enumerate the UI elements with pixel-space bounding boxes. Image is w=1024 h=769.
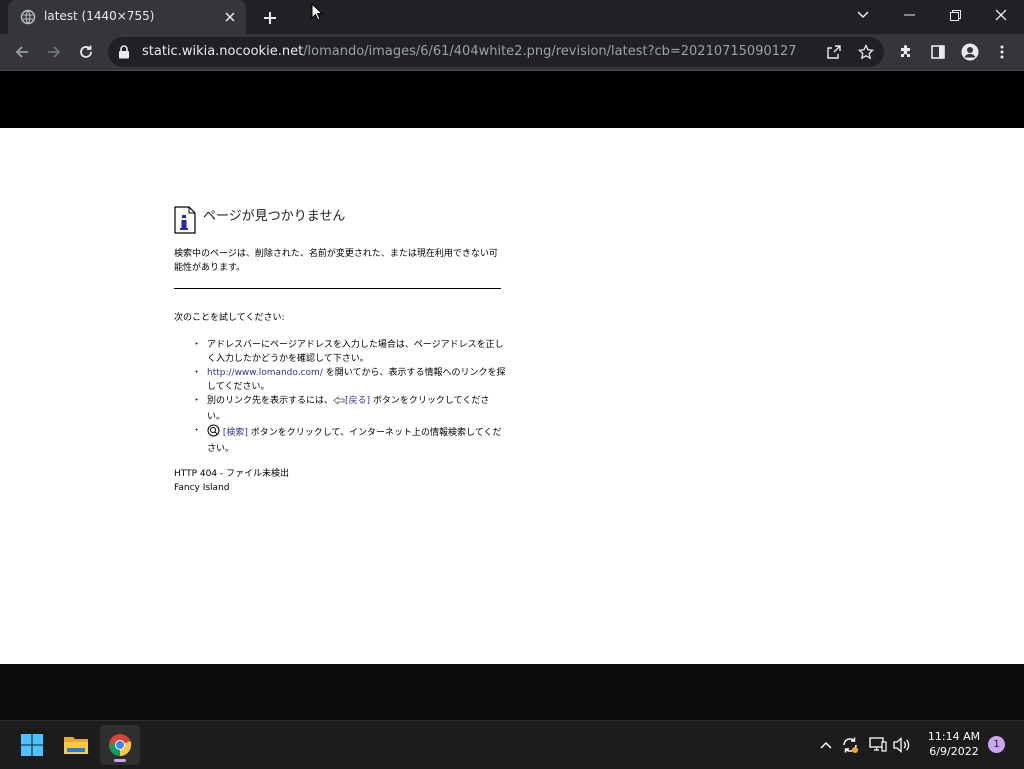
chevron-down-icon (857, 11, 869, 19)
url-path: /lomando/images/6/61/404white2.png/revis… (303, 44, 797, 59)
show-hidden-icons-button[interactable] (816, 735, 836, 755)
chevron-up-icon (820, 741, 832, 749)
tab-close-icon[interactable] (220, 7, 240, 27)
image-viewer-background-bottom (0, 664, 1024, 720)
active-tab[interactable]: latest (1440×755) (8, 0, 246, 34)
puzzle-icon (901, 45, 910, 57)
extensions-button[interactable] (894, 40, 918, 64)
tab-strip: latest (1440×755) (0, 0, 1024, 34)
suggestion-text: アドレスバーにページアドレスを入力した場合は、ページアドレスを正しく入力したかど… (207, 340, 504, 364)
kebab-menu-icon (1000, 45, 1004, 59)
taskbar: 11:14 AM 6/9/2022 1 (0, 720, 1024, 769)
file-explorer-button[interactable] (56, 725, 96, 765)
arrow-right-icon (48, 46, 61, 58)
chrome-icon (109, 734, 132, 756)
sync-status-button[interactable] (840, 735, 860, 755)
arrow-left-icon (15, 46, 28, 58)
running-indicator (114, 759, 126, 762)
divider (174, 288, 501, 289)
side-panel-icon (931, 45, 945, 59)
tab-title: latest (1440×755) (44, 9, 155, 23)
search-icon (207, 424, 220, 442)
chrome-taskbar-button[interactable] (100, 725, 140, 765)
start-button[interactable] (12, 725, 52, 765)
restore-button[interactable] (932, 0, 978, 30)
network-button[interactable] (868, 735, 888, 755)
windows-logo-icon (21, 734, 43, 756)
back-arrow-icon (333, 396, 345, 410)
globe-icon (20, 9, 36, 25)
close-icon (995, 9, 1007, 21)
address-bar[interactable]: static.wikia.nocookie.net/lomando/images… (108, 37, 884, 67)
clock[interactable]: 11:14 AM 6/9/2022 (920, 729, 988, 759)
image-viewer-background-top (0, 71, 1024, 128)
close-window-button[interactable] (978, 0, 1024, 30)
error-description: 検索中のページは、削除された、名前が変更された、または現在利用できない可能性があ… (174, 249, 498, 273)
reload-icon (80, 45, 92, 58)
search-label: [検索] (222, 428, 248, 438)
folder-icon (64, 737, 88, 754)
clock-date: 6/9/2022 (929, 745, 979, 758)
reload-button[interactable] (74, 40, 98, 64)
forward-button[interactable] (42, 40, 66, 64)
network-icon (869, 737, 887, 752)
list-item: 別のリンク先を表示するには、[戻る] ボタンをクリックしてください。 (192, 394, 507, 424)
back-button[interactable] (10, 40, 34, 64)
url-host: static.wikia.nocookie.net (142, 44, 304, 59)
browser-toolbar: static.wikia.nocookie.net/lomando/images… (0, 34, 1024, 71)
lock-icon[interactable] (118, 44, 130, 63)
side-panel-button[interactable] (926, 40, 950, 64)
url-text: static.wikia.nocookie.net/lomando/images… (142, 44, 797, 59)
mouse-cursor-icon (311, 2, 324, 25)
bookmark-star-icon[interactable] (856, 42, 876, 62)
avatar-icon (961, 43, 979, 61)
suggestion-list: アドレスバーにページアドレスを入力した場合は、ページアドレスを正しく入力したかど… (192, 338, 507, 456)
try-label: 次のことを試してください: (174, 313, 285, 323)
error-heading: ページが見つかりません (203, 209, 346, 224)
homepage-link: http://www.lomando.com/ (207, 368, 323, 378)
share-icon[interactable] (824, 42, 844, 62)
back-label: [戻る] (345, 396, 371, 406)
tab-search-button[interactable] (840, 0, 886, 30)
info-document-icon (174, 206, 196, 238)
plus-icon (264, 12, 276, 24)
sync-icon (843, 737, 858, 753)
site-name: Fancy Island (174, 483, 230, 493)
restore-icon (949, 9, 961, 21)
suggestion-text: 別のリンク先を表示するには、 (207, 396, 334, 406)
http-status: HTTP 404 - ファイル未検出 (174, 469, 290, 479)
list-item: [検索] ボタンをクリックして、インターネット上の情報検索してください。 (192, 424, 507, 456)
clock-time: 11:14 AM (927, 730, 981, 743)
profile-button[interactable] (958, 40, 982, 64)
minimize-icon (903, 14, 915, 16)
list-item: アドレスバーにページアドレスを入力した場合は、ページアドレスを正しく入力したかど… (192, 338, 507, 366)
new-tab-button[interactable] (258, 6, 282, 30)
notification-badge[interactable]: 1 (988, 736, 1005, 753)
speaker-icon (893, 737, 910, 753)
list-item: http://www.lomando.com/ を開いてから、表示する情報へのリ… (192, 366, 507, 394)
displayed-image: ページが見つかりません 検索中のページは、削除された、名前が変更された、または現… (0, 128, 1024, 664)
volume-button[interactable] (892, 735, 912, 755)
browser-menu-button[interactable] (990, 40, 1014, 64)
minimize-button[interactable] (886, 0, 932, 30)
suggestion-text: ボタンをクリックして、インターネット上の情報検索してください。 (207, 428, 502, 454)
